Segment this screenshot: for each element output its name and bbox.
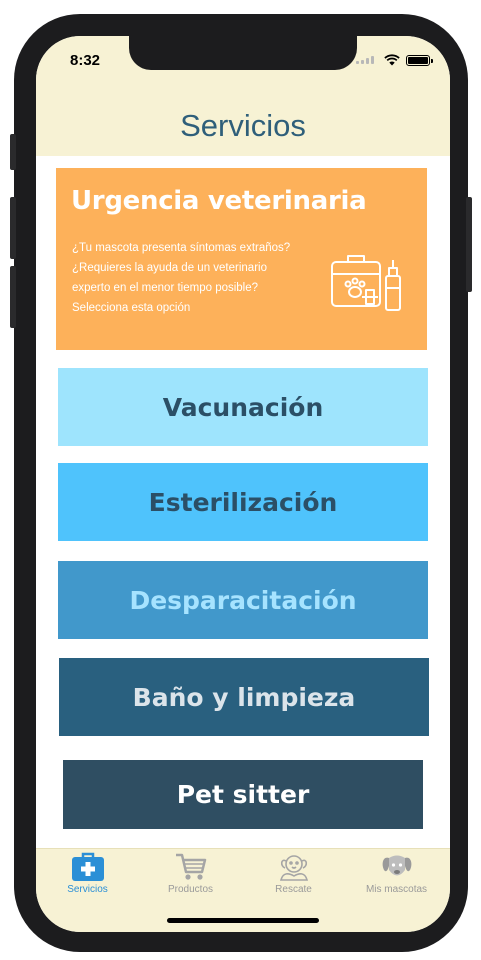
service-vacunacion[interactable]: Vacunación	[58, 368, 428, 446]
service-desparacitacion[interactable]: Desparacitación	[58, 561, 428, 639]
tab-mis-mascotas[interactable]: Mis mascotas	[345, 849, 448, 899]
service-label: Desparacitación	[129, 585, 357, 615]
shopping-cart-icon	[175, 853, 206, 880]
tab-productos[interactable]: Productos	[139, 849, 242, 899]
power-button	[466, 197, 472, 292]
urgent-desc-line: experto en el menor tiempo posible?	[72, 282, 259, 294]
home-indicator	[167, 918, 319, 923]
tab-label: Servicios	[67, 884, 108, 895]
service-pet-sitter[interactable]: Pet sitter	[63, 760, 423, 829]
urgent-desc-line: Selecciona esta opción	[72, 302, 191, 314]
volume-up-button	[10, 197, 16, 259]
mute-switch	[10, 134, 16, 170]
page-title: Servicios	[180, 108, 306, 143]
service-label: Vacunación	[162, 392, 324, 422]
services-list: Urgencia veterinaria ¿Tu mascota present…	[36, 156, 450, 848]
service-label: Pet sitter	[176, 780, 310, 809]
wifi-icon	[384, 54, 400, 66]
volume-down-button	[10, 266, 16, 328]
service-esterilizacion[interactable]: Esterilización	[58, 463, 428, 541]
medical-kit-icon	[71, 852, 104, 881]
urgent-desc-line: ¿Requieres la ayuda de un veterinario	[72, 262, 267, 274]
urgent-desc-line: ¿Tu mascota presenta síntomas extraños?	[72, 242, 291, 254]
urgent-vet-card[interactable]: Urgencia veterinaria ¿Tu mascota present…	[56, 168, 427, 350]
device-notch	[129, 36, 357, 70]
rescue-dog-icon	[279, 855, 308, 881]
urgent-card-title: Urgencia veterinaria	[71, 186, 367, 216]
tab-label: Rescate	[275, 884, 312, 895]
tab-label: Mis mascotas	[365, 884, 428, 895]
navigation-bar: 8:32 Servicios	[36, 36, 450, 156]
service-label: Esterilización	[148, 487, 338, 517]
service-label: Baño y limpieza	[132, 682, 356, 712]
tab-rescate[interactable]: Rescate	[242, 849, 345, 899]
tab-label: Productos	[167, 884, 214, 895]
tab-servicios[interactable]: Servicios	[36, 849, 139, 899]
app-screen: 8:32 Servicios Urgencia veterinaria ¿Tu …	[36, 36, 450, 932]
cellular-signal-icon	[356, 56, 378, 64]
battery-icon	[406, 54, 433, 66]
service-bano-limpieza[interactable]: Baño y limpieza	[59, 658, 429, 736]
dog-face-icon	[382, 855, 411, 876]
status-icons	[356, 54, 433, 66]
vet-kit-icon	[331, 255, 401, 311]
urgent-card-description: ¿Tu mascota presenta síntomas extraños? …	[72, 238, 332, 318]
status-time: 8:32	[70, 52, 101, 69]
